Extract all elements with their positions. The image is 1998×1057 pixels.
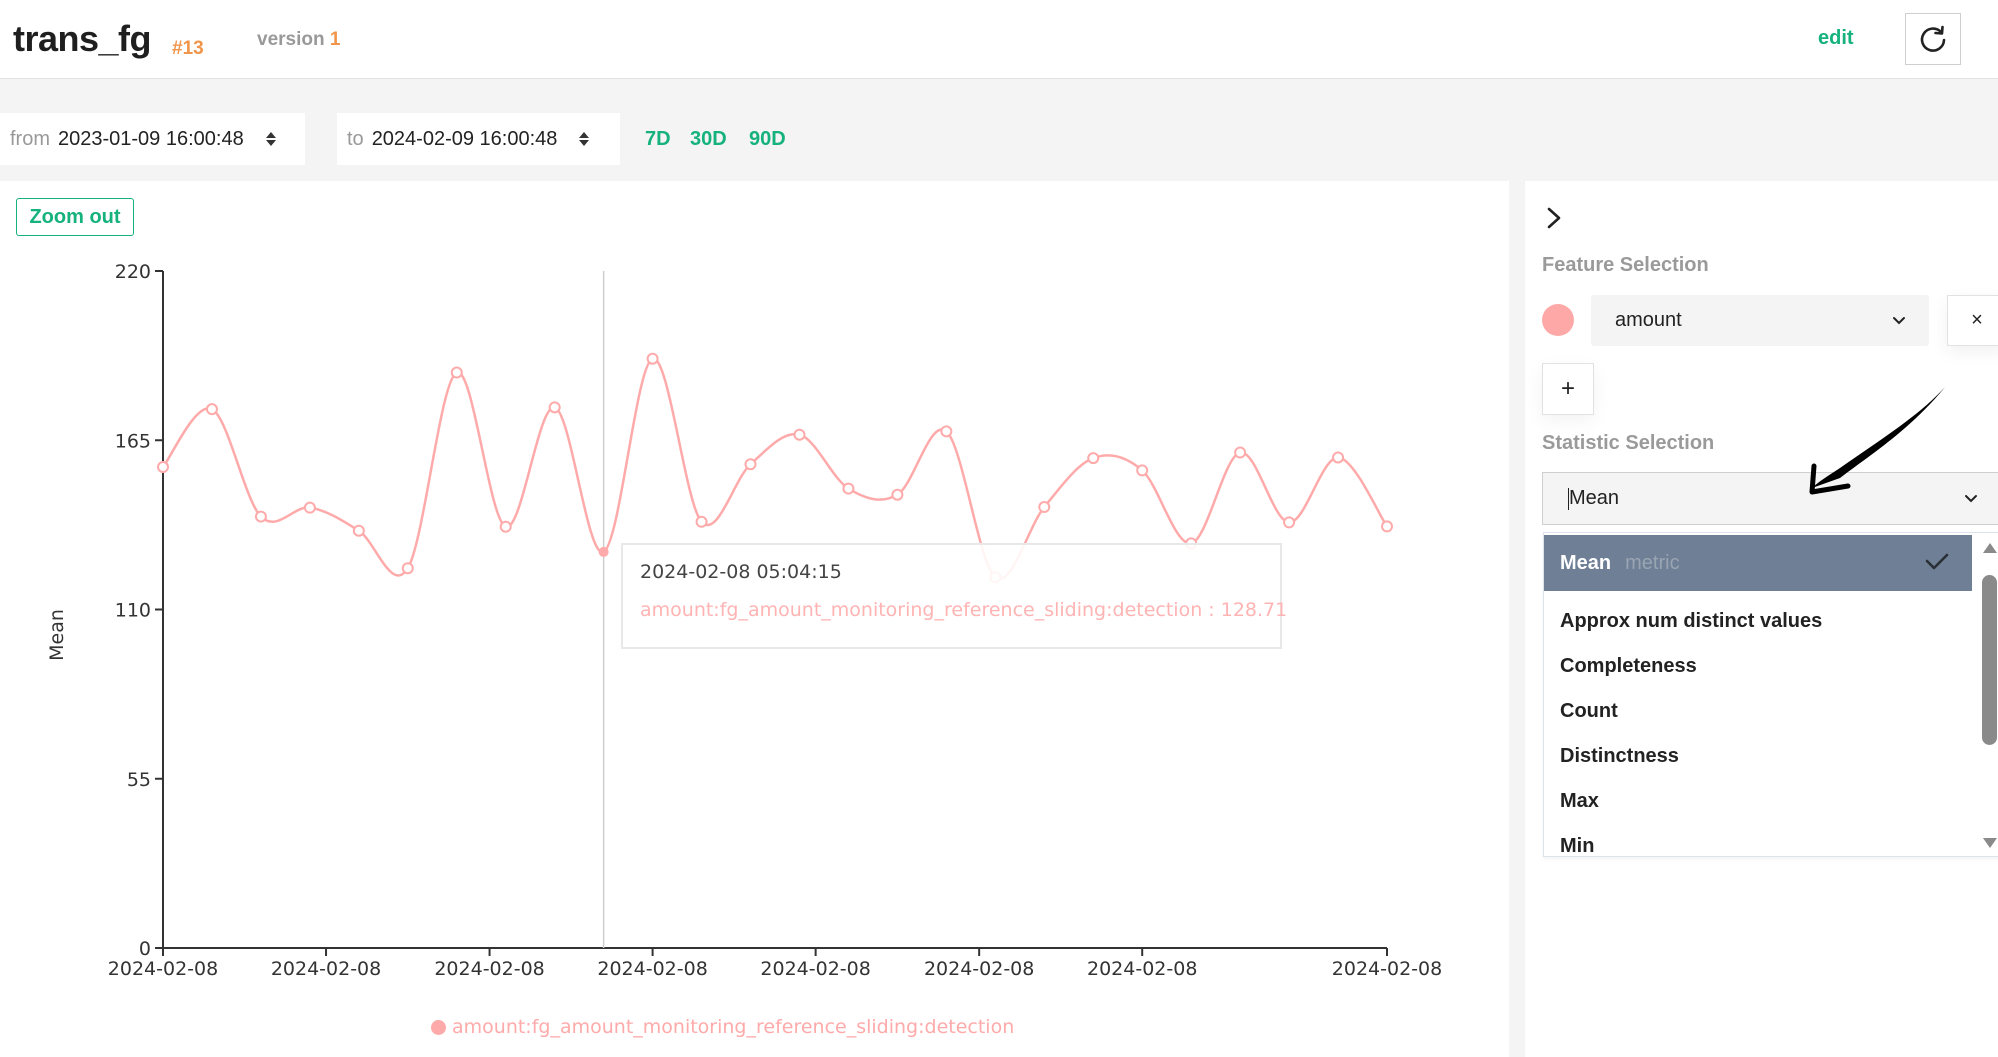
legend-label: amount:fg_amount_monitoring_reference_sl… xyxy=(452,1016,1014,1038)
x-tick-label: 2024-02-08 xyxy=(760,958,870,980)
data-point xyxy=(941,426,951,436)
dropdown-option-min[interactable]: Min xyxy=(1544,824,1972,857)
data-point xyxy=(452,368,462,378)
add-feature-button[interactable]: + xyxy=(1542,363,1594,415)
remove-feature-button[interactable]: × xyxy=(1947,295,1998,346)
option-hint: metric xyxy=(1625,552,1679,575)
dropdown-option-approx-num-distinct[interactable]: Approx num distinct values xyxy=(1544,599,1972,644)
data-point xyxy=(550,402,560,412)
chevron-down-icon xyxy=(1891,316,1907,326)
option-label: Mean xyxy=(1560,552,1611,575)
feature-select-value: amount xyxy=(1615,309,1682,332)
active-data-point xyxy=(599,547,609,557)
data-point xyxy=(501,522,511,532)
data-point xyxy=(1088,453,1098,463)
statistic-selection-title: Statistic Selection xyxy=(1542,432,1714,455)
close-icon: × xyxy=(1971,309,1983,332)
chevron-right-icon xyxy=(1543,203,1567,233)
refresh-icon xyxy=(1918,24,1948,54)
data-point xyxy=(1284,517,1294,527)
collapse-sidebar-button[interactable] xyxy=(1543,203,1567,233)
y-tick-label: 0 xyxy=(139,938,151,960)
plus-icon: + xyxy=(1561,375,1575,403)
data-point xyxy=(207,404,217,414)
y-tick-label: 110 xyxy=(115,600,151,622)
chart-legend[interactable]: amount:fg_amount_monitoring_reference_sl… xyxy=(431,1016,1014,1038)
y-tick-label: 220 xyxy=(115,261,151,283)
tooltip-value: amount:fg_amount_monitoring_reference_sl… xyxy=(640,599,1263,621)
data-point xyxy=(158,462,168,472)
statistic-dropdown-menu: Mean metric Approx num distinct values C… xyxy=(1543,532,1998,857)
x-tick-label: 2024-02-08 xyxy=(434,958,544,980)
dropdown-option-max[interactable]: Max xyxy=(1544,779,1972,824)
dropdown-scrollbar[interactable] xyxy=(1976,533,1998,857)
dropdown-option-completeness[interactable]: Completeness xyxy=(1544,644,1972,689)
data-point xyxy=(1235,448,1245,458)
x-tick-label: 2024-02-08 xyxy=(108,958,218,980)
x-tick-label: 2024-02-08 xyxy=(271,958,381,980)
refresh-button[interactable] xyxy=(1905,13,1961,65)
chart-tooltip: 2024-02-08 05:04:15 amount:fg_amount_mon… xyxy=(621,543,1282,649)
data-point xyxy=(746,459,756,469)
y-axis-label: Mean xyxy=(46,609,68,661)
x-tick-label: 2024-02-08 xyxy=(1332,958,1442,980)
y-tick-label: 55 xyxy=(127,769,151,791)
statistic-select-value: Mean xyxy=(1569,487,1619,510)
edit-link[interactable]: edit xyxy=(1818,27,1854,50)
data-point xyxy=(305,503,315,513)
tooltip-number: 128.71 xyxy=(1221,599,1287,621)
y-tick-label: 165 xyxy=(115,430,151,452)
data-point xyxy=(403,563,413,573)
data-point xyxy=(354,526,364,536)
checkmark-icon xyxy=(1924,550,1950,572)
data-point xyxy=(697,517,707,527)
feature-color-swatch[interactable] xyxy=(1542,304,1574,336)
dropdown-option-distinctness[interactable]: Distinctness xyxy=(1544,734,1972,779)
data-point xyxy=(794,430,804,440)
data-point xyxy=(1137,465,1147,475)
data-point xyxy=(1039,502,1049,512)
data-point xyxy=(1333,452,1343,462)
data-point xyxy=(892,490,902,500)
feature-select[interactable]: amount xyxy=(1591,295,1929,346)
data-point xyxy=(843,484,853,494)
x-tick-label: 2024-02-08 xyxy=(597,958,707,980)
scroll-down-arrow-icon[interactable] xyxy=(1983,838,1997,848)
x-tick-label: 2024-02-08 xyxy=(924,958,1034,980)
chevron-down-icon xyxy=(1963,494,1979,504)
data-point xyxy=(256,512,266,522)
feature-selection-title: Feature Selection xyxy=(1542,254,1709,277)
scroll-thumb[interactable] xyxy=(1982,575,1997,745)
data-point xyxy=(1382,521,1392,531)
dropdown-option-count[interactable]: Count xyxy=(1544,689,1972,734)
dropdown-option-mean[interactable]: Mean metric xyxy=(1544,535,1972,591)
statistic-select[interactable]: Mean xyxy=(1542,472,1998,525)
line-chart[interactable]: 0 55 110 165 220 2024-02-08 2024-02-08 2024-02-… xyxy=(0,0,1509,1057)
scroll-up-arrow-icon[interactable] xyxy=(1983,543,1997,553)
tooltip-series: amount:fg_amount_monitoring_reference_sl… xyxy=(640,599,1202,621)
data-point xyxy=(648,354,658,364)
x-tick-label: 2024-02-08 xyxy=(1087,958,1197,980)
tooltip-time: 2024-02-08 05:04:15 xyxy=(640,561,1263,583)
legend-dot-icon xyxy=(431,1020,446,1035)
